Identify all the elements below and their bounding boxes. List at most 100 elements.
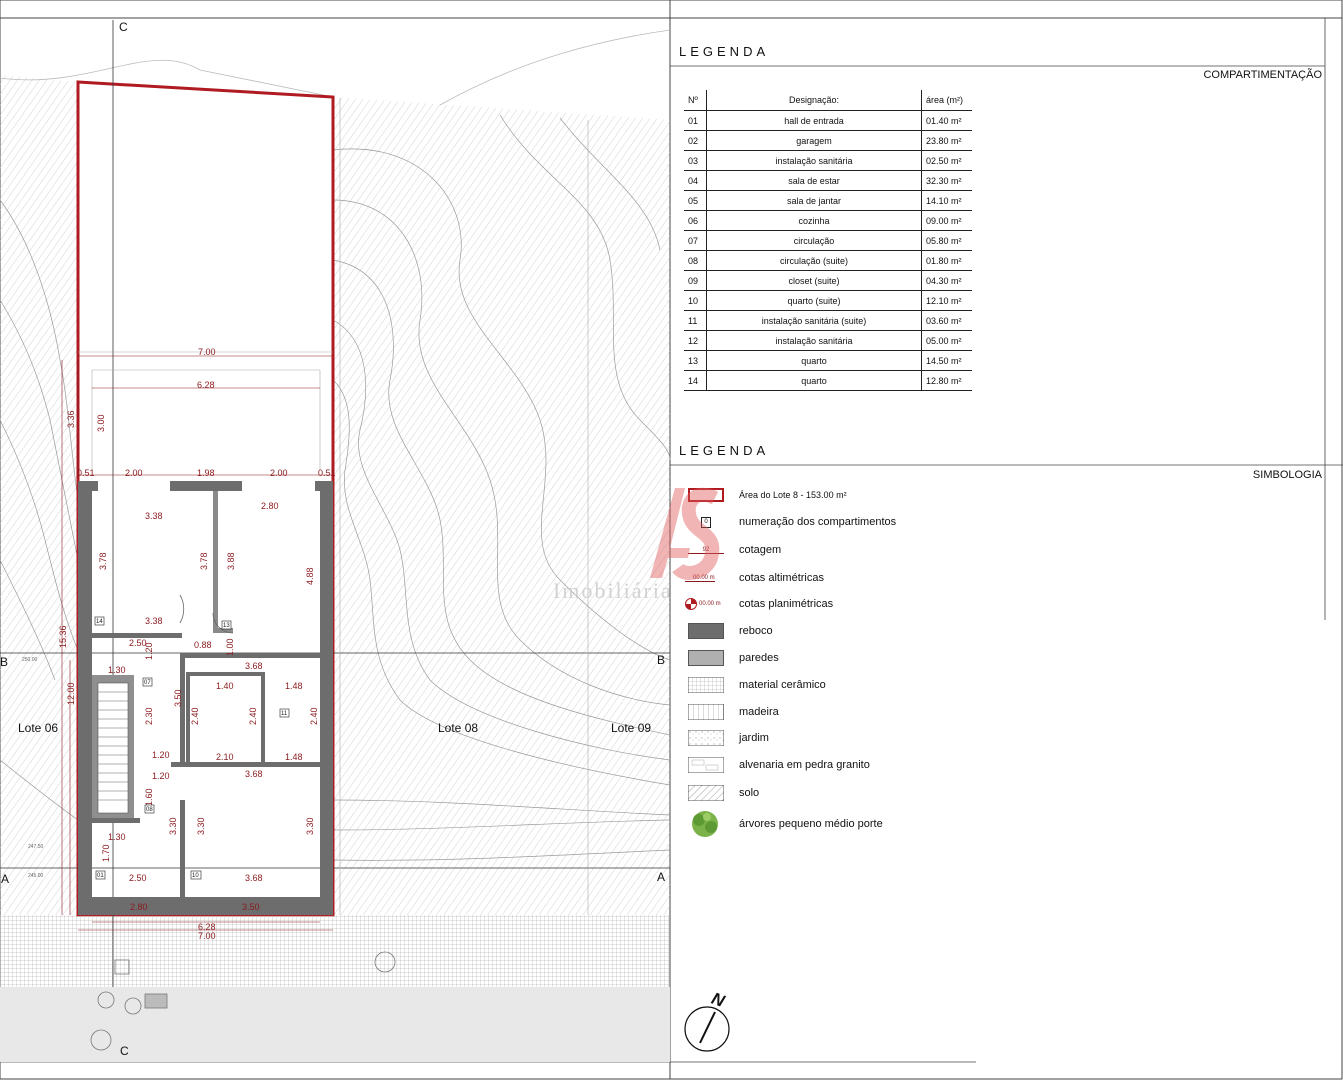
- plan-level-icon: [685, 598, 697, 610]
- dim-3-68-b: 3.68: [245, 769, 263, 779]
- dim-7-00-bottom: 7.00: [198, 931, 216, 941]
- room-area: 09.00 m²: [921, 210, 972, 231]
- room-name: circulação (suite): [706, 250, 922, 271]
- table-row: 13 quarto 14.50 m²: [684, 350, 972, 371]
- dim-1-30-a: 1.30: [108, 665, 126, 675]
- dim-3-30-a: 3.30: [168, 817, 178, 835]
- dim-1-20-a: 1.20: [144, 642, 154, 660]
- dim-2-00-a: 2.00: [125, 468, 143, 478]
- wood-swatch-icon: [688, 704, 724, 720]
- dim-0-51-left: 0.51: [77, 468, 95, 478]
- dim-2-40-a: 2.40: [190, 707, 200, 725]
- legend-plaster: reboco: [685, 620, 773, 642]
- tree-icon: [692, 811, 718, 837]
- dim-15-36: 15.36: [58, 625, 68, 648]
- room-name: hall de entrada: [706, 110, 922, 131]
- dim-1-20-c: 1.20: [152, 771, 170, 781]
- dim-1-20-b: 1.20: [152, 750, 170, 760]
- dim-2-40-c: 2.40: [309, 707, 319, 725]
- dim-3-00: 3.00: [96, 414, 106, 432]
- room-number: 08: [684, 250, 707, 271]
- room-number: 14: [684, 370, 707, 391]
- table-row: 04 sala de estar 32.30 m²: [684, 170, 972, 191]
- symbols-legend-title: LEGENDA: [679, 443, 770, 458]
- dim-0-88: 0.88: [194, 640, 212, 650]
- dim-4-88: 4.88: [305, 567, 315, 585]
- room-name: closet (suite): [706, 270, 922, 291]
- room-number: 11: [684, 310, 707, 331]
- room-number: 07: [684, 230, 707, 251]
- legend-walls: paredes: [685, 647, 779, 669]
- dim-1-70: 1.70: [101, 844, 111, 862]
- symbols-legend-subtitle: SIMBOLOGIA: [1252, 469, 1322, 481]
- plaster-swatch-icon: [688, 623, 724, 639]
- rooms-legend-subtitle: COMPARTIMENTAÇÃO: [1203, 69, 1322, 81]
- legend-garden: jardim: [685, 727, 769, 749]
- dim-3-68-a: 3.68: [245, 661, 263, 671]
- dim-3-50: 3.50: [173, 689, 183, 707]
- room-number: 04: [684, 170, 707, 191]
- room-number: 05: [684, 190, 707, 211]
- room-number: 06: [684, 210, 707, 231]
- dim-2-30: 2.30: [144, 707, 154, 725]
- legend-trees: árvores pequeno médio porte: [685, 811, 883, 837]
- legend-soil: solo: [685, 782, 759, 804]
- dim-1-48-a: 1.48: [285, 681, 303, 691]
- soil-swatch-icon: [688, 785, 724, 801]
- street: [0, 987, 670, 1062]
- section-mark-c-bottom: C: [120, 1044, 129, 1058]
- dim-3-38-b: 3.38: [145, 616, 163, 626]
- table-row: 10 quarto (suite) 12.10 m²: [684, 290, 972, 311]
- room-tag-11: 11: [281, 711, 288, 717]
- section-mark-b-right: B: [657, 653, 665, 667]
- room-name: sala de estar: [706, 170, 922, 191]
- table-row: 09 closet (suite) 04.30 m²: [684, 270, 972, 291]
- dim-3-78-a: 3.78: [98, 552, 108, 570]
- walls-swatch-icon: [688, 650, 724, 666]
- room-area: 12.10 m²: [921, 290, 972, 311]
- room-tag-01: 01: [97, 873, 104, 879]
- room-area: 14.10 m²: [921, 190, 972, 211]
- dim-1-00: 1.00: [225, 638, 235, 656]
- garden-swatch-icon: [688, 730, 724, 746]
- room-name: instalação sanitária: [706, 330, 922, 351]
- room-tag-13: 13: [223, 623, 230, 629]
- lot-06-label: Lote 06: [18, 721, 58, 735]
- room-name: circulação: [706, 230, 922, 251]
- room-area: 23.80 m²: [921, 130, 972, 151]
- granite-swatch-icon: [688, 757, 724, 773]
- dim-3-38-a: 3.38: [145, 511, 163, 521]
- dim-2-80: 2.80: [261, 501, 279, 511]
- room-name: sala de jantar: [706, 190, 922, 211]
- room-name: cozinha: [706, 210, 922, 231]
- dim-3-88: 3.88: [226, 552, 236, 570]
- dim-3-30-b: 3.30: [196, 817, 206, 835]
- dim-2-10: 2.10: [216, 752, 234, 762]
- room-number: 01: [684, 110, 707, 131]
- table-row: 03 instalação sanitária 02.50 m²: [684, 150, 972, 171]
- level-250: 250.00: [22, 657, 38, 663]
- table-row: 05 sala de jantar 14.10 m²: [684, 190, 972, 211]
- room-area: 03.60 m²: [921, 310, 972, 331]
- room-area: 01.80 m²: [921, 250, 972, 271]
- room-number: 13: [684, 350, 707, 371]
- room-tag-07: 07: [144, 680, 151, 686]
- dim-3-68-c: 3.68: [245, 873, 263, 883]
- dim-1-40: 1.40: [216, 681, 234, 691]
- col-area-header: área (m²): [921, 90, 972, 111]
- table-row: 08 circulação (suite) 01.80 m²: [684, 250, 972, 271]
- legend-wood: madeira: [685, 701, 779, 723]
- dim-3-30-c: 3.30: [305, 817, 315, 835]
- room-name: instalação sanitária (suite): [706, 310, 922, 331]
- room-area: 02.50 m²: [921, 150, 972, 171]
- dim-7-00-top: 7.00: [198, 347, 216, 357]
- room-number: 12: [684, 330, 707, 351]
- table-row: 01 hall de entrada 01.40 m²: [684, 110, 972, 131]
- dim-3-50-b: 3.50: [242, 902, 260, 912]
- room-name: quarto: [706, 370, 922, 391]
- section-mark-c-top: C: [119, 20, 128, 34]
- room-area: 14.50 m²: [921, 350, 972, 371]
- dim-1-48-b: 1.48: [285, 752, 303, 762]
- level-245: 245.00: [28, 873, 44, 879]
- rooms-legend-title: LEGENDA: [679, 44, 770, 59]
